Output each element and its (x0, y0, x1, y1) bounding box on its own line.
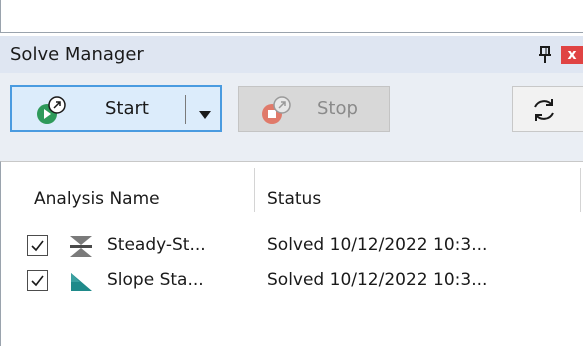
column-header-status[interactable]: Status (267, 189, 321, 209)
column-divider[interactable] (580, 168, 581, 212)
stop-button[interactable]: Stop (238, 86, 390, 132)
slope-stability-icon (68, 269, 94, 293)
analysis-status: Solved 10/12/2022 10:3... (267, 235, 488, 255)
analysis-name: Steady-St... (107, 235, 206, 255)
refresh-icon (534, 99, 554, 121)
start-label: Start (105, 98, 149, 119)
refresh-button[interactable] (512, 86, 583, 132)
stop-analysis-icon (261, 95, 295, 125)
column-header-analysis-name[interactable]: Analysis Name (34, 189, 160, 209)
panel-title: Solve Manager (10, 44, 144, 65)
seepage-analysis-icon (68, 234, 94, 258)
column-divider[interactable] (254, 168, 255, 212)
row-checkbox[interactable] (27, 235, 48, 256)
solve-manager-titlebar: Solve Manager x (0, 36, 583, 73)
list-header: Analysis Name Status (1, 162, 583, 212)
upper-panel (0, 0, 583, 33)
analysis-name: Slope Sta... (107, 270, 204, 290)
run-analysis-icon (36, 94, 70, 126)
analysis-status: Solved 10/12/2022 10:3... (267, 270, 488, 290)
pin-icon[interactable] (536, 45, 554, 65)
solve-toolbar: Start Stop (0, 73, 583, 168)
row-checkbox[interactable] (27, 270, 48, 291)
stop-label: Stop (317, 98, 358, 119)
close-button[interactable]: x (561, 46, 583, 64)
list-item[interactable]: Steady-St... Solved 10/12/2022 10:3... (1, 232, 583, 262)
list-item[interactable]: Slope Sta... Solved 10/12/2022 10:3... (1, 267, 583, 297)
analysis-list: Analysis Name Status Steady-St... Solved… (0, 161, 583, 346)
chevron-down-icon[interactable] (198, 105, 212, 119)
split-separator (185, 95, 186, 124)
start-button[interactable]: Start (10, 85, 222, 132)
